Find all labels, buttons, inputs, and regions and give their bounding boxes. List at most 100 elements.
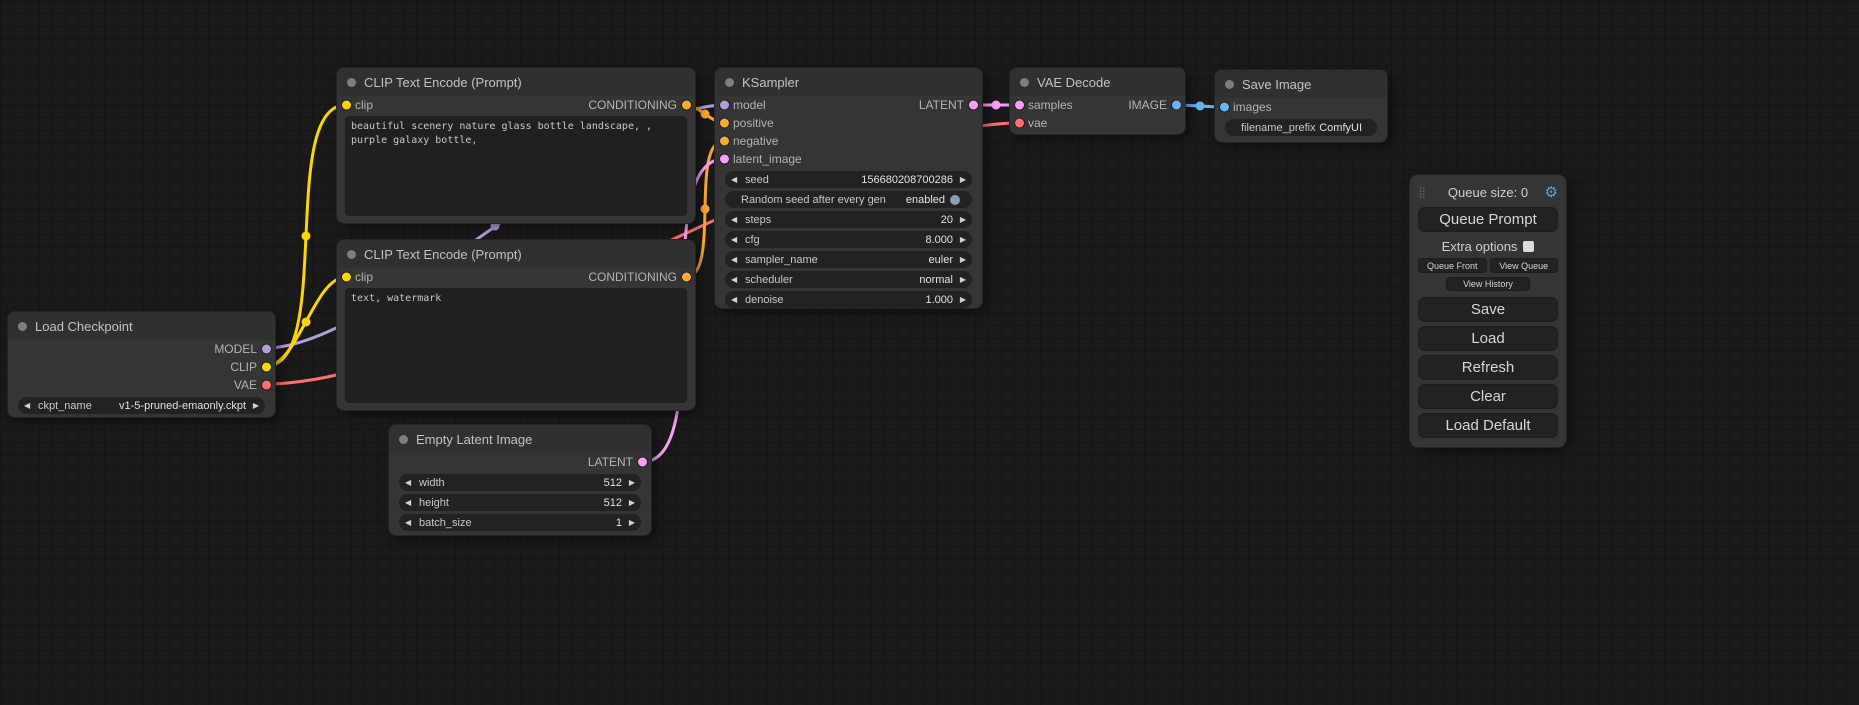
increment-arrow-icon[interactable]: ▶ [956,291,966,308]
clip-input-slot[interactable] [342,273,351,282]
decrement-arrow-icon[interactable]: ◀ [405,474,415,491]
decrement-arrow-icon[interactable]: ◀ [731,211,741,228]
increment-arrow-icon[interactable]: ▶ [956,171,966,188]
random-seed-toggle-widget[interactable]: Random seed after every gen enabled [725,191,972,208]
node-ksampler[interactable]: KSampler model LATENT positive negative … [715,68,982,308]
save-button[interactable]: Save [1418,297,1558,322]
input-label: clip [355,270,373,284]
collapse-dot-icon[interactable] [1225,80,1234,89]
increment-arrow-icon[interactable]: ▶ [625,514,635,531]
steps-widget[interactable]: ◀ steps 20 ▶ [725,211,972,228]
input-label: latent_image [733,152,802,166]
increment-arrow-icon[interactable]: ▶ [956,231,966,248]
collapse-dot-icon[interactable] [725,78,734,87]
node-save-image[interactable]: Save Image images filename_prefix ComfyU… [1215,70,1387,142]
next-arrow-icon[interactable]: ▶ [249,397,259,414]
widget-value: ComfyUI [1319,122,1365,134]
view-queue-button[interactable]: View Queue [1490,258,1559,273]
batch-size-widget[interactable]: ◀ batch_size 1 ▶ [399,514,641,531]
samples-input-slot[interactable] [1015,101,1024,110]
cfg-widget[interactable]: ◀ cfg 8.000 ▶ [725,231,972,248]
view-history-button[interactable]: View History [1446,277,1530,291]
node-vae-decode[interactable]: VAE Decode samples IMAGE vae [1010,68,1185,134]
filename-prefix-widget[interactable]: filename_prefix ComfyUI [1225,119,1377,136]
image-output-slot[interactable] [1172,101,1181,110]
vae-input-slot[interactable] [1015,119,1024,128]
node-title-bar[interactable]: Load Checkpoint [8,312,275,340]
negative-prompt-textarea[interactable]: text, watermark [345,288,687,403]
output-label: MODEL [214,342,257,356]
positive-prompt-textarea[interactable]: beautiful scenery nature glass bottle la… [345,116,687,216]
input-label: images [1233,100,1272,114]
node-empty-latent-image[interactable]: Empty Latent Image LATENT ◀ width 512 ▶ … [389,425,651,535]
output-row: VAE [8,376,275,394]
output-row: LATENT [389,453,651,471]
height-widget[interactable]: ◀ height 512 ▶ [399,494,641,511]
node-title-bar[interactable]: CLIP Text Encode (Prompt) [337,68,695,96]
collapse-dot-icon[interactable] [347,78,356,87]
increment-arrow-icon[interactable]: ▶ [956,211,966,228]
node-title-bar[interactable]: Empty Latent Image [389,425,651,453]
widget-value: enabled [906,194,948,206]
load-button[interactable]: Load [1418,326,1558,351]
denoise-widget[interactable]: ◀ denoise 1.000 ▶ [725,291,972,308]
widget-label: sampler_name [741,254,929,266]
decrement-arrow-icon[interactable]: ◀ [405,494,415,511]
collapse-dot-icon[interactable] [399,435,408,444]
images-input-slot[interactable] [1220,103,1229,112]
positive-input-slot[interactable] [720,119,729,128]
ckpt-name-widget[interactable]: ◀ ckpt_name v1-5-pruned-emaonly.ckpt ▶ [18,397,265,414]
conditioning-output-slot[interactable] [682,101,691,110]
drag-handle-icon[interactable]: ⣿ [1418,186,1434,199]
clear-button[interactable]: Clear [1418,384,1558,409]
settings-gear-icon[interactable]: ⚙ [1542,183,1558,201]
queue-front-button[interactable]: Queue Front [1418,258,1487,273]
node-load-checkpoint[interactable]: Load Checkpoint MODEL CLIP VAE ◀ ckpt_na… [8,312,275,417]
node-clip-text-encode-negative[interactable]: CLIP Text Encode (Prompt) clip CONDITION… [337,240,695,410]
node-title-bar[interactable]: KSampler [715,68,982,96]
next-arrow-icon[interactable]: ▶ [956,271,966,288]
widget-value: v1-5-pruned-emaonly.ckpt [119,400,249,412]
queue-prompt-button[interactable]: Queue Prompt [1418,207,1558,232]
decrement-arrow-icon[interactable]: ◀ [731,171,741,188]
model-input-slot[interactable] [720,101,729,110]
decrement-arrow-icon[interactable]: ◀ [731,231,741,248]
clip-input-slot[interactable] [342,101,351,110]
increment-arrow-icon[interactable]: ▶ [625,494,635,511]
clip-output-slot[interactable] [262,363,271,372]
node-clip-text-encode-positive[interactable]: CLIP Text Encode (Prompt) clip CONDITION… [337,68,695,223]
load-default-button[interactable]: Load Default [1418,413,1558,438]
latent-image-input-slot[interactable] [720,155,729,164]
node-title-bar[interactable]: CLIP Text Encode (Prompt) [337,240,695,268]
decrement-arrow-icon[interactable]: ◀ [405,514,415,531]
prev-arrow-icon[interactable]: ◀ [731,251,741,268]
node-title: Save Image [1242,77,1311,92]
slot-row: samples IMAGE [1010,96,1185,114]
toggle-dot-icon[interactable] [950,195,960,205]
width-widget[interactable]: ◀ width 512 ▶ [399,474,641,491]
seed-widget[interactable]: ◀ seed 156680208700286 ▶ [725,171,972,188]
widget-value: 1.000 [925,294,956,306]
scheduler-widget[interactable]: ◀ scheduler normal ▶ [725,271,972,288]
refresh-button[interactable]: Refresh [1418,355,1558,380]
increment-arrow-icon[interactable]: ▶ [625,474,635,491]
collapse-dot-icon[interactable] [18,322,27,331]
sampler-name-widget[interactable]: ◀ sampler_name euler ▶ [725,251,972,268]
negative-input-slot[interactable] [720,137,729,146]
vae-output-slot[interactable] [262,381,271,390]
conditioning-output-slot[interactable] [682,273,691,282]
prev-arrow-icon[interactable]: ◀ [731,271,741,288]
next-arrow-icon[interactable]: ▶ [956,251,966,268]
menu-header: ⣿ Queue size: 0 ⚙ [1418,181,1558,203]
node-title-bar[interactable]: Save Image [1215,70,1387,98]
node-title-bar[interactable]: VAE Decode [1010,68,1185,96]
collapse-dot-icon[interactable] [1020,78,1029,87]
extra-options-checkbox[interactable] [1523,241,1534,252]
latent-output-slot[interactable] [638,458,647,467]
latent-output-slot[interactable] [969,101,978,110]
prev-arrow-icon[interactable]: ◀ [24,397,34,414]
collapse-dot-icon[interactable] [347,250,356,259]
decrement-arrow-icon[interactable]: ◀ [731,291,741,308]
model-output-slot[interactable] [262,345,271,354]
widget-label: steps [741,214,941,226]
